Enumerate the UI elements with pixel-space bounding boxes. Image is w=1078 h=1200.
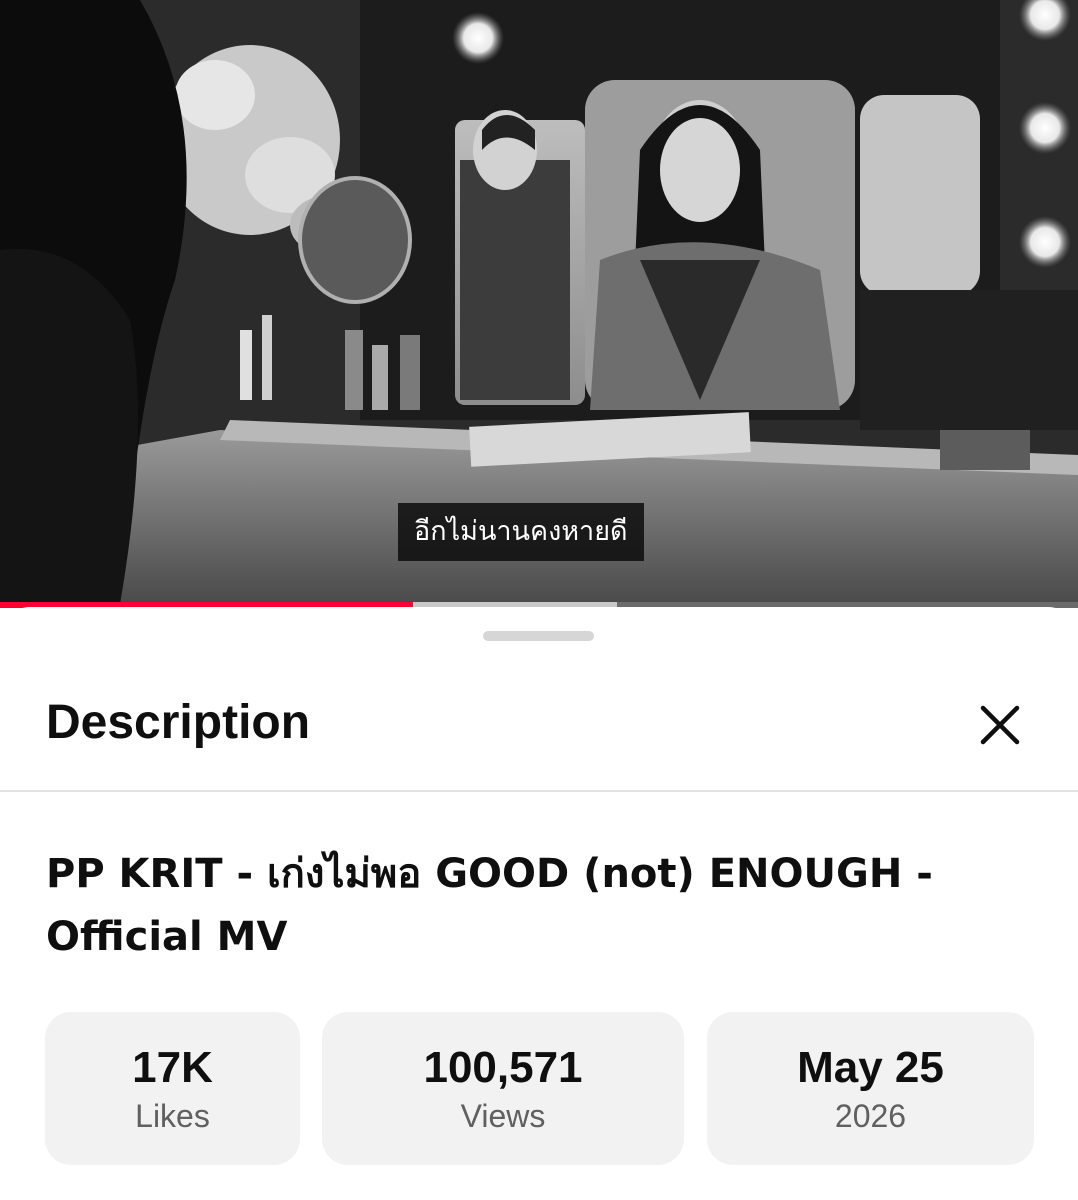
close-icon <box>980 705 1020 745</box>
publish-year: 2026 <box>834 1098 907 1134</box>
publish-date: May 25 <box>797 1043 944 1092</box>
views-label: Views <box>460 1098 546 1134</box>
likes-count: 17K <box>132 1043 213 1092</box>
likes-stat: 17K Likes <box>45 1012 300 1165</box>
description-sheet: Description PP KRIT - เก่งไม่พอ GOOD (no… <box>0 607 1078 1200</box>
views-stat: 100,571 Views <box>322 1012 684 1165</box>
views-count: 100,571 <box>423 1043 583 1092</box>
video-player[interactable]: อีกไม่นานคงหายดี <box>0 0 1078 604</box>
sheet-title: Description <box>46 696 311 749</box>
video-description-screen: อีกไม่นานคงหายดี Description PP KRIT - เ… <box>0 0 1078 1200</box>
video-title: PP KRIT - เก่งไม่พอ GOOD (not) ENOUGH - … <box>46 851 933 960</box>
close-button[interactable] <box>968 693 1032 757</box>
likes-label: Likes <box>135 1098 210 1134</box>
date-stat: May 25 2026 <box>707 1012 1034 1165</box>
drag-handle[interactable] <box>483 631 594 641</box>
sheet-divider <box>0 790 1078 792</box>
video-subtitle: อีกไม่นานคงหายดี <box>398 503 644 561</box>
